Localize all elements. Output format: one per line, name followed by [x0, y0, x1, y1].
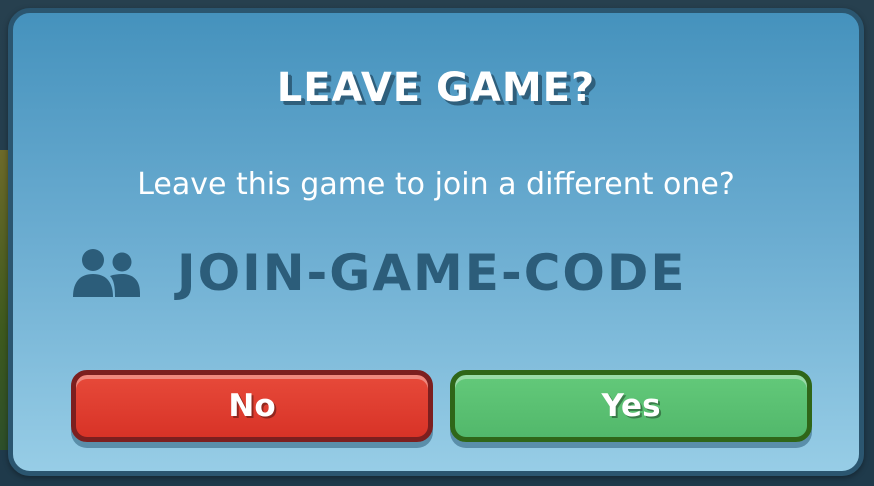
no-button-label: No	[228, 388, 276, 424]
yes-button[interactable]: Yes	[450, 370, 812, 442]
dialog-message: Leave this game to join a different one?	[137, 167, 735, 202]
players-icon	[73, 249, 140, 297]
no-button[interactable]: No	[71, 370, 433, 442]
leave-game-dialog: LEAVE GAME? Leave this game to join a di…	[8, 8, 864, 476]
game-code-row: JOIN-GAME-CODE	[71, 238, 687, 308]
game-code: JOIN-GAME-CODE	[177, 244, 687, 302]
yes-button-label: Yes	[601, 388, 661, 424]
dialog-title: LEAVE GAME?	[276, 65, 596, 111]
